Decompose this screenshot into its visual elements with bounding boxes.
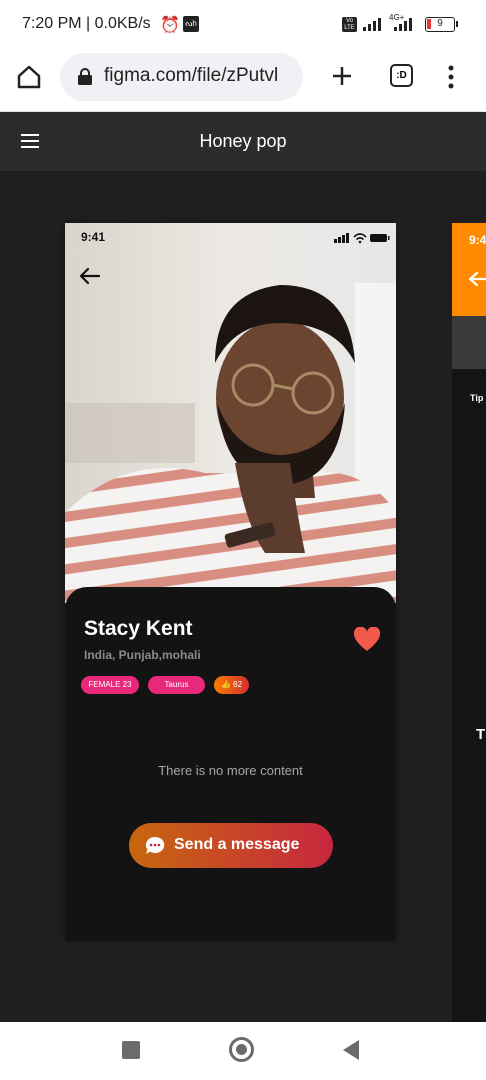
heart-icon[interactable]	[353, 627, 381, 653]
frame-status-time: 9:41	[81, 230, 106, 244]
home-button[interactable]	[229, 1037, 254, 1062]
tag-likes: 👍 62	[214, 676, 249, 694]
back-arrow-icon[interactable]	[79, 267, 101, 285]
profile-frame[interactable]: 9:41 Stacy Kent India, Punjab,mohali FEM…	[65, 223, 396, 941]
likes-count: 62	[233, 680, 243, 689]
volte-icon: Vo LTE	[342, 17, 357, 32]
browser-toolbar: figma.com/file/zPutvl :D	[0, 50, 486, 112]
thumbs-up-icon: 👍	[220, 680, 231, 689]
send-message-label: Send a message	[174, 836, 300, 853]
next-frame-heading: T	[476, 726, 486, 743]
next-frame-header: 9:4	[452, 223, 486, 316]
back-button[interactable]	[341, 1039, 361, 1061]
send-message-button[interactable]: Send a message	[129, 823, 333, 868]
frame-status-icons	[334, 233, 390, 244]
address-bar[interactable]: figma.com/file/zPutvl	[60, 53, 303, 101]
signal-icon	[363, 18, 381, 31]
tab-switcher-button[interactable]: :D	[390, 64, 413, 87]
tag-gender-age: FEMALE 23	[81, 676, 139, 694]
lock-icon	[78, 68, 92, 85]
battery-icon: 9	[425, 17, 458, 32]
profile-location: India, Punjab,mohali	[84, 648, 201, 662]
signal-icon-2	[394, 18, 412, 31]
profile-photo: 9:41	[65, 223, 396, 603]
status-bar: 7:20 PM | 0.0KB/s ⏰ ᔓh Vo LTE 4G+ 9	[0, 0, 486, 50]
next-frame-banner	[452, 316, 486, 369]
new-tab-icon[interactable]	[331, 65, 353, 87]
profile-photo-illustration	[65, 223, 396, 603]
file-title: Honey pop	[199, 131, 287, 151]
alarm-icon: ⏰	[160, 15, 180, 34]
next-frame[interactable]: 9:4 Tip T	[452, 223, 486, 1023]
figma-header: Honey pop	[0, 112, 486, 171]
next-frame-tip: Tip	[470, 393, 484, 403]
empty-state-text: There is no more content	[158, 763, 303, 778]
app-notification-icon: ᔓh	[183, 16, 199, 32]
url-text[interactable]: figma.com/file/zPutvl	[104, 65, 297, 87]
profile-card: Stacy Kent India, Punjab,mohali FEMALE 2…	[65, 587, 396, 941]
home-icon[interactable]	[16, 64, 42, 90]
tag-zodiac: Taurus	[148, 676, 205, 694]
recents-button[interactable]	[122, 1041, 140, 1059]
next-frame-back-icon	[468, 271, 486, 287]
system-nav-bar	[0, 1022, 486, 1080]
next-frame-time: 9:4	[469, 233, 486, 247]
status-time: 7:20 PM | 0.0KB/s	[22, 15, 151, 32]
chat-bubble-icon	[145, 836, 165, 854]
menu-dots-icon[interactable]	[446, 65, 456, 89]
profile-name: Stacy Kent	[84, 617, 193, 640]
